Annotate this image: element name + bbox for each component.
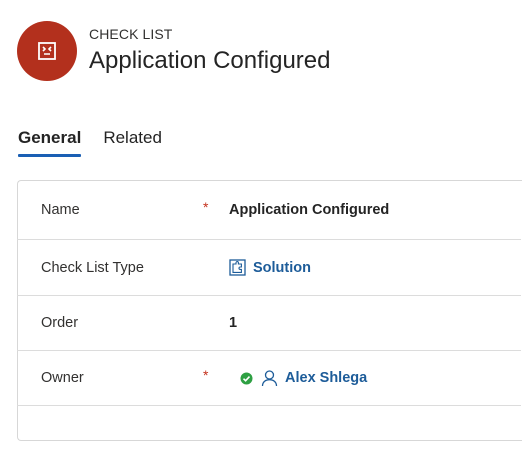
field-row-owner: Owner * Alex Shlega	[17, 351, 521, 406]
form-tabs: General Related	[18, 126, 184, 157]
field-label-check-list-type: Check List Type	[41, 259, 144, 276]
header-text: CHECK LIST Application Configured	[89, 26, 331, 76]
field-value-order[interactable]: 1	[229, 315, 237, 331]
solution-puzzle-icon	[229, 259, 246, 276]
record-form-page: CHECK LIST Application Configured Genera…	[0, 0, 522, 453]
record-title: Application Configured	[89, 47, 331, 74]
solution-lookup-link[interactable]: Solution	[253, 260, 311, 276]
field-row-name: Name * Application Configured	[17, 181, 521, 240]
checklist-entity-icon	[38, 42, 56, 60]
field-value-check-list-type: Solution	[229, 259, 311, 276]
field-label-name: Name	[41, 202, 80, 218]
field-row-order: Order 1	[17, 296, 521, 351]
entity-avatar	[17, 21, 77, 81]
tab-related[interactable]: Related	[103, 126, 162, 156]
field-value-owner: Alex Shlega	[240, 369, 367, 387]
record-header: CHECK LIST Application Configured	[17, 21, 331, 81]
field-row-check-list-type: Check List Type Solution	[17, 240, 521, 296]
required-marker: *	[203, 198, 209, 215]
field-label-order: Order	[41, 315, 79, 331]
owner-lookup-link[interactable]: Alex Shlega	[285, 370, 367, 386]
required-marker: *	[203, 366, 209, 383]
person-icon	[261, 369, 278, 387]
entity-type-label: CHECK LIST	[89, 26, 173, 42]
field-label-owner: Owner	[41, 370, 84, 386]
tab-general[interactable]: General	[18, 126, 82, 157]
available-status-icon	[240, 372, 253, 385]
field-value-name[interactable]: Application Configured	[229, 202, 389, 218]
